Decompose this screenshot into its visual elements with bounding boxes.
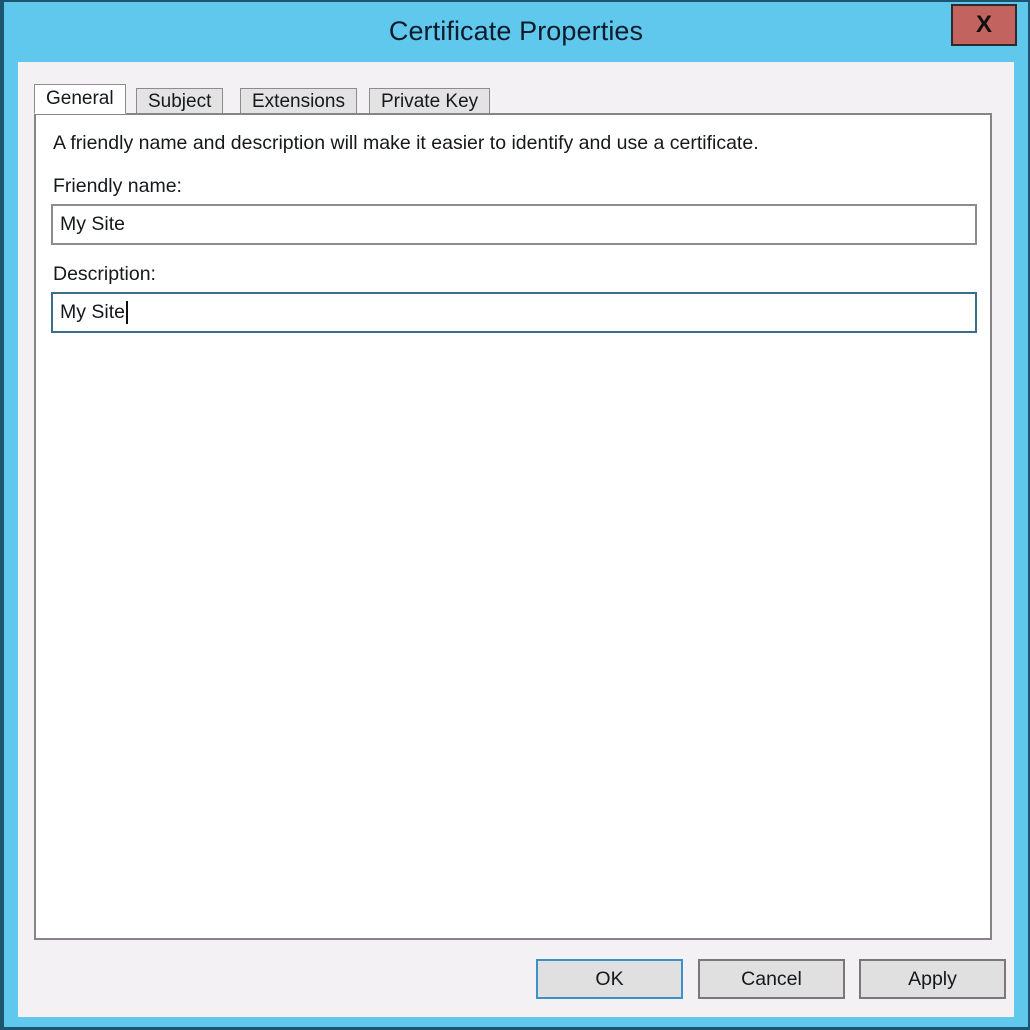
- description-value: My Site: [60, 301, 126, 323]
- apply-button[interactable]: Apply: [859, 959, 1006, 999]
- friendly-name-input[interactable]: My Site: [51, 204, 977, 245]
- ok-button[interactable]: OK: [536, 959, 683, 999]
- text-caret: [126, 301, 129, 324]
- window-title: Certificate Properties: [388, 16, 644, 46]
- description-label: Description:: [53, 263, 156, 285]
- cancel-button[interactable]: Cancel: [698, 959, 845, 999]
- tab-extensions[interactable]: Extensions: [240, 88, 357, 114]
- tab-general[interactable]: General: [34, 84, 126, 114]
- close-icon[interactable]: X: [951, 4, 1017, 46]
- general-tab-panel: A friendly name and description will mak…: [34, 113, 992, 940]
- friendly-name-label: Friendly name:: [53, 175, 182, 197]
- tab-private-key[interactable]: Private Key: [369, 88, 491, 114]
- title-bar: Certificate Properties X: [4, 2, 1028, 62]
- certificate-properties-window: Certificate Properties X General Subject…: [0, 0, 1030, 1030]
- friendly-name-value: My Site: [60, 213, 126, 235]
- tab-subject[interactable]: Subject: [136, 88, 224, 114]
- dialog-body: General Subject Extensions Private Key A…: [18, 62, 1014, 1017]
- description-input[interactable]: My Site: [51, 292, 977, 333]
- intro-text: A friendly name and description will mak…: [53, 132, 759, 154]
